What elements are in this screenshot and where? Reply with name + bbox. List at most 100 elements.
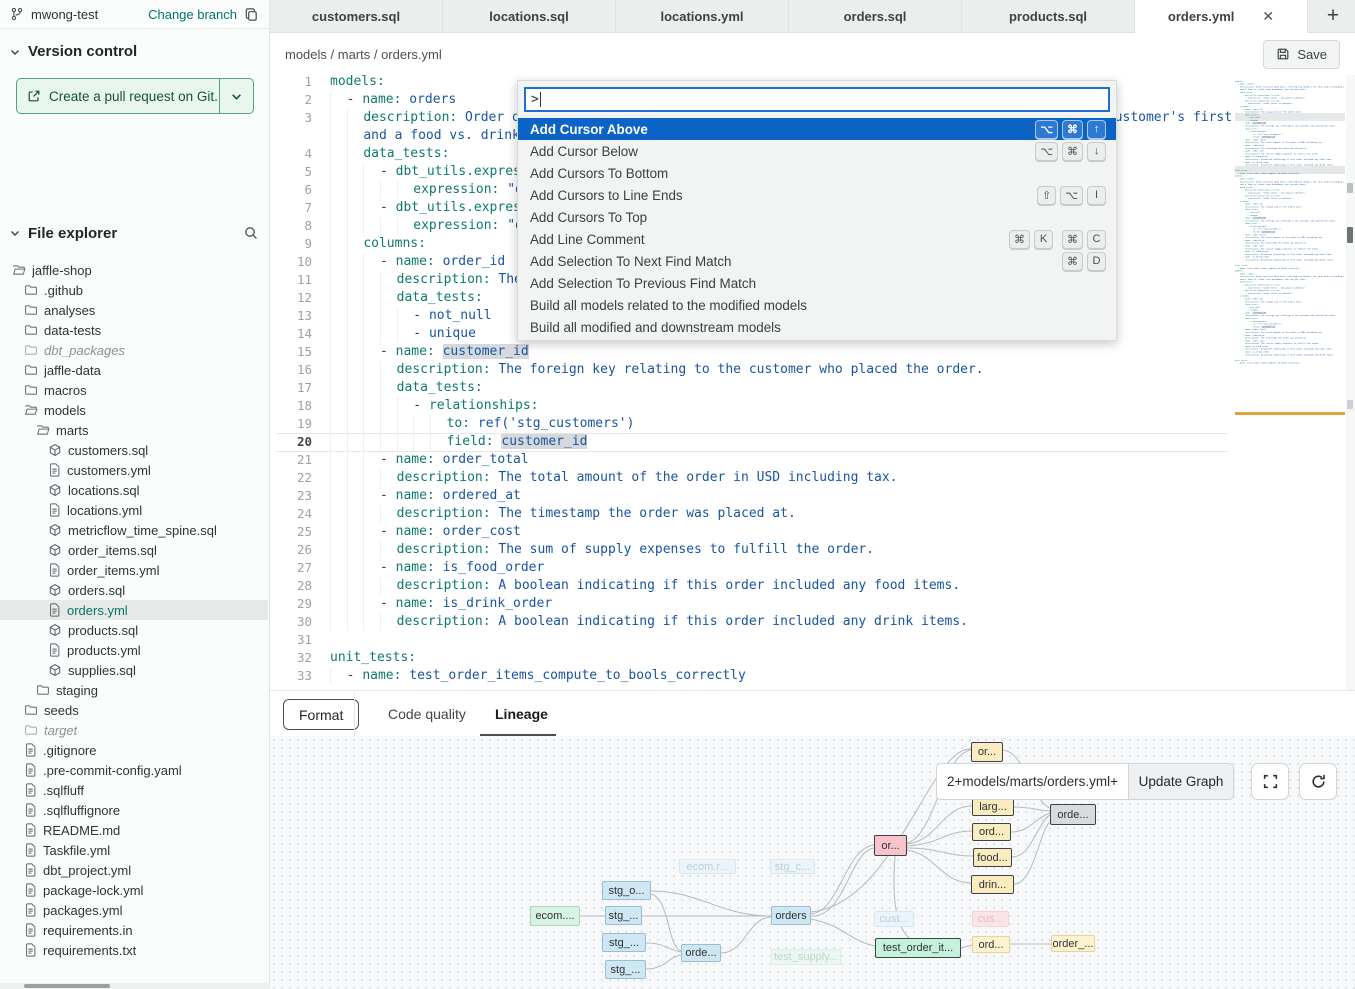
lineage-node[interactable]: stg_... — [605, 960, 646, 979]
lineage-node[interactable]: or... — [874, 835, 907, 856]
file-name: .github — [44, 283, 83, 298]
file-tree-item-target[interactable]: target — [0, 720, 268, 740]
lineage-node[interactable]: stg_... — [605, 906, 642, 925]
palette-item[interactable]: Add Cursors To Bottom — [518, 162, 1116, 184]
file-tree-item-dbt-packages[interactable]: dbt_packages — [0, 340, 268, 360]
file-tree-item-packages.yml[interactable]: packages.yml — [0, 900, 268, 920]
file-tree-item-order-items.sql[interactable]: order_items.sql — [0, 540, 268, 560]
change-branch-link[interactable]: Change branch — [148, 7, 237, 22]
file-tree-item-customers.yml[interactable]: customers.yml — [0, 460, 268, 480]
sql-icon — [48, 623, 62, 637]
lineage-node[interactable]: ord... — [972, 936, 1010, 953]
file-explorer-header[interactable]: File explorer — [0, 218, 269, 248]
update-graph-button[interactable]: Update Graph — [1129, 763, 1234, 800]
tab-customers.sql[interactable]: customers.sql — [270, 0, 443, 32]
file-tree-item-seeds[interactable]: seeds — [0, 700, 268, 720]
tab-code-quality[interactable]: Code quality — [388, 691, 466, 737]
keyboard-shortcut-key: ⌥ — [1035, 120, 1058, 139]
line-numbers: 1234567891011121314151617181920212223242… — [276, 75, 312, 685]
file-tree-item-customers.sql[interactable]: customers.sql — [0, 440, 268, 460]
palette-item[interactable]: Add Line Comment⌘K⌘C — [518, 228, 1116, 250]
lineage-node[interactable]: or... — [971, 742, 1003, 762]
file-tree-item-products.yml[interactable]: products.yml — [0, 640, 268, 660]
lineage-node[interactable]: stg_... — [602, 933, 646, 952]
create-pr-dropdown[interactable] — [219, 79, 253, 113]
tab-orders.sql[interactable]: orders.sql — [789, 0, 962, 32]
new-tab-button[interactable]: + — [1311, 0, 1355, 32]
doc-icon — [48, 563, 61, 577]
lineage-node[interactable]: orde... — [1050, 804, 1096, 825]
file-tree-item-readme.md[interactable]: README.md — [0, 820, 268, 840]
save-button[interactable]: Save — [1263, 40, 1340, 69]
file-tree-item-.pre-commit-config.yaml[interactable]: .pre-commit-config.yaml — [0, 760, 268, 780]
copy-icon[interactable] — [244, 7, 259, 22]
palette-item[interactable]: Add Cursor Above⌥⌘↑ — [518, 118, 1116, 140]
file-tree-item-macros[interactable]: macros — [0, 380, 268, 400]
file-tree-item-metricflow-time-spine.sql[interactable]: metricflow_time_spine.sql — [0, 520, 268, 540]
tab-locations.yml[interactable]: locations.yml — [616, 0, 789, 32]
lineage-node[interactable]: stg_o... — [602, 881, 651, 900]
refresh-button[interactable] — [1299, 763, 1337, 800]
lineage-node[interactable]: orde... — [681, 944, 721, 962]
file-tree-item-package-lock.yml[interactable]: package-lock.yml — [0, 880, 268, 900]
file-tree-item-orders.sql[interactable]: orders.sql — [0, 580, 268, 600]
file-tree-item-marts[interactable]: marts — [0, 420, 268, 440]
palette-item[interactable]: Add Cursor Below⌥⌘↓ — [518, 140, 1116, 162]
lineage-node[interactable]: order_... — [1051, 935, 1095, 952]
version-control-header[interactable]: Version control — [0, 29, 269, 64]
tab-products.sql[interactable]: products.sql — [962, 0, 1135, 32]
palette-item[interactable]: Build all modified and downstream models — [518, 316, 1116, 338]
lineage-node[interactable]: ord... — [972, 823, 1011, 841]
palette-item[interactable]: Add Cursors To Top — [518, 206, 1116, 228]
lineage-node[interactable]: orders — [771, 906, 811, 925]
file-tree-item-locations.yml[interactable]: locations.yml — [0, 500, 268, 520]
lineage-selector-input[interactable]: 2+models/marts/orders.yml+ — [936, 763, 1129, 800]
close-tab-icon[interactable]: ✕ — [1262, 8, 1274, 25]
version-control-title: Version control — [28, 43, 137, 60]
file-tree-item-order-items.yml[interactable]: order_items.yml — [0, 560, 268, 580]
palette-item[interactable]: Add Cursors to Line Ends⇧⌥I — [518, 184, 1116, 206]
lineage-node[interactable]: ecom.... — [530, 906, 580, 926]
tab-lineage[interactable]: Lineage — [495, 691, 548, 737]
file-tree-item-.sqlfluff[interactable]: .sqlfluff — [0, 780, 268, 800]
lineage-node[interactable]: test_order_it... — [875, 938, 961, 958]
create-pr-button[interactable]: Create a pull request on Git... — [16, 78, 254, 114]
format-button[interactable]: Format — [283, 699, 359, 730]
file-tree-item-requirements.in[interactable]: requirements.in — [0, 920, 268, 940]
file-tree-item-locations.sql[interactable]: locations.sql — [0, 480, 268, 500]
fullscreen-button[interactable] — [1251, 763, 1289, 800]
code-editor[interactable]: 1234567891011121314151617181920212223242… — [270, 75, 1355, 690]
lineage-node: cust... — [874, 911, 914, 927]
file-tree-item-.gitignore[interactable]: .gitignore — [0, 740, 268, 760]
file-tree-item-.github[interactable]: .github — [0, 280, 268, 300]
lineage-node[interactable]: larg... — [972, 798, 1014, 816]
minimap[interactable]: models: - name: orders description: Orde… — [1235, 80, 1345, 520]
file-tree-item-analyses[interactable]: analyses — [0, 300, 268, 320]
lineage-node[interactable]: food... — [973, 848, 1012, 867]
file-tree-item-products.sql[interactable]: products.sql — [0, 620, 268, 640]
palette-item[interactable]: Add Selection To Previous Find Match — [518, 272, 1116, 294]
tab-locations.sql[interactable]: locations.sql — [443, 0, 616, 32]
file-tree-item-orders.yml[interactable]: orders.yml — [0, 600, 268, 620]
file-tree-item-taskfile.yml[interactable]: Taskfile.yml — [0, 840, 268, 860]
palette-item[interactable]: Add Selection To Next Find Match⌘D — [518, 250, 1116, 272]
file-tree-item-.sqlfluffignore[interactable]: .sqlfluffignore — [0, 800, 268, 820]
editor-scrollbar[interactable] — [1346, 75, 1355, 690]
command-palette-input[interactable]: > — [524, 87, 1110, 112]
tab-orders.yml[interactable]: orders.yml✕ — [1135, 0, 1308, 33]
file-tree-item-supplies.sql[interactable]: supplies.sql — [0, 660, 268, 680]
file-tree-item-dbt-project.yml[interactable]: dbt_project.yml — [0, 860, 268, 880]
file-tree-item-jaffle-shop[interactable]: jaffle-shop — [0, 260, 268, 280]
file-tree-item-data-tests[interactable]: data-tests — [0, 320, 268, 340]
file-name: products.sql — [68, 623, 138, 638]
file-tree-item-jaffle-data[interactable]: jaffle-data — [0, 360, 268, 380]
search-icon[interactable] — [243, 225, 259, 241]
palette-item-label: Add Selection To Next Find Match — [530, 254, 731, 269]
sidebar-scrollbar[interactable] — [0, 983, 270, 989]
file-tree-item-requirements.txt[interactable]: requirements.txt — [0, 940, 268, 960]
file-tree-item-models[interactable]: models — [0, 400, 268, 420]
file-tree-item-staging[interactable]: staging — [0, 680, 268, 700]
lineage-node[interactable]: drin... — [971, 875, 1014, 894]
lineage-panel[interactable]: ecom....stg_o...stg_...stg_...stg_...ord… — [270, 736, 1355, 989]
palette-item[interactable]: Build all models related to the modified… — [518, 294, 1116, 316]
